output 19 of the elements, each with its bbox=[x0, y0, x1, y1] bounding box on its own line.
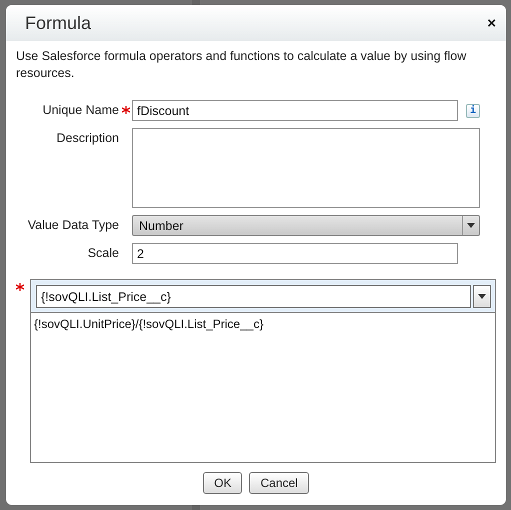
cancel-button[interactable]: Cancel bbox=[249, 472, 309, 494]
caret-icon bbox=[478, 294, 486, 299]
resource-dropdown-button[interactable] bbox=[473, 285, 491, 308]
dialog-title: Formula bbox=[25, 12, 92, 34]
text-field[interactable]: fDiscount bbox=[132, 100, 458, 121]
field-label: Value Data Type bbox=[26, 217, 119, 232]
ok-button[interactable]: OK bbox=[203, 472, 242, 494]
info-button[interactable]: i bbox=[466, 104, 480, 118]
text-field[interactable]: 2 bbox=[132, 243, 458, 264]
caret-icon bbox=[467, 223, 475, 228]
close-button[interactable]: × bbox=[487, 14, 496, 32]
field-label: Unique Name bbox=[42, 102, 119, 117]
intro-text: Use Salesforce formula operators and functions to calculate a value by using flow resources. bbox=[16, 48, 468, 82]
select-field[interactable]: Number bbox=[132, 215, 480, 236]
field-label: Scale bbox=[86, 245, 119, 260]
formula-editor[interactable]: {!sovQLI.UnitPrice}/{!sovQLI.List_Price__c} bbox=[30, 312, 496, 463]
resource-field[interactable]: {!sovQLI.List_Price__c} bbox=[36, 285, 471, 308]
description-field[interactable] bbox=[132, 128, 480, 208]
field-label: Description bbox=[55, 130, 119, 145]
